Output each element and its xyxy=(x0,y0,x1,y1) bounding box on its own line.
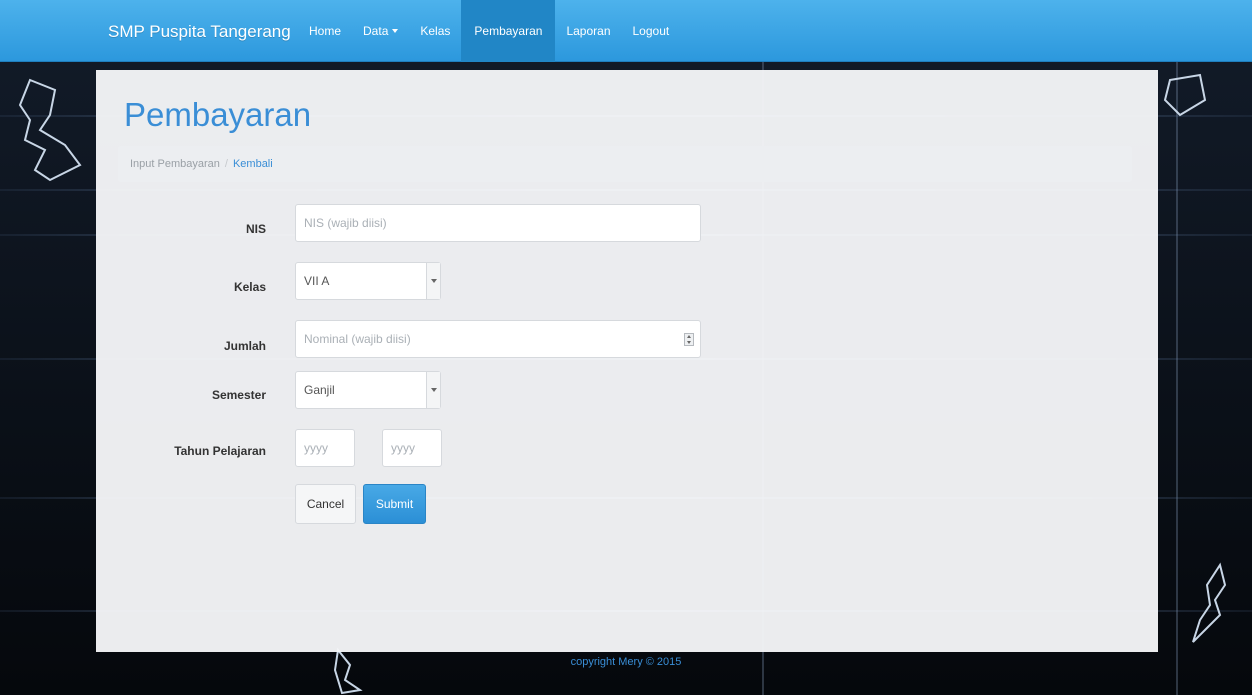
map-outline-south-america xyxy=(333,647,363,695)
nav-menu: Home Data Kelas Pembayaran Laporan Logou… xyxy=(298,0,680,62)
map-outline-alaska xyxy=(18,78,82,182)
tahun-end-input[interactable]: yyyy xyxy=(382,429,442,467)
tahun-start-input[interactable]: yyyy xyxy=(295,429,355,467)
map-outline-asia xyxy=(1163,73,1207,117)
breadcrumb-link-kembali[interactable]: Kembali xyxy=(233,158,273,170)
footer-copyright: copyright Mery © 2015 xyxy=(570,656,682,668)
semester-label: Semester xyxy=(211,388,266,402)
chevron-down-icon xyxy=(426,372,440,408)
breadcrumb-separator: / xyxy=(224,158,228,170)
jumlah-placeholder: Nominal (wajib diisi) xyxy=(304,332,411,346)
kelas-selected-value: VII A xyxy=(304,274,330,288)
number-spinner-icon[interactable] xyxy=(684,333,694,346)
jumlah-label: Jumlah xyxy=(223,339,266,353)
navbar: SMP Puspita Tangerang Home Data Kelas Pe… xyxy=(0,0,1252,62)
kelas-label: Kelas xyxy=(233,280,266,294)
tahun-pelajaran-label: Tahun Pelajaran xyxy=(174,444,266,458)
kelas-select[interactable]: VII A xyxy=(295,262,441,300)
chevron-down-icon xyxy=(426,263,440,299)
nav-item-home[interactable]: Home xyxy=(298,0,352,62)
brand-link[interactable]: SMP Puspita Tangerang xyxy=(108,22,291,42)
tahun-start-placeholder: yyyy xyxy=(304,441,328,455)
nav-item-laporan[interactable]: Laporan xyxy=(555,0,621,62)
nav-item-data[interactable]: Data xyxy=(352,0,409,62)
breadcrumb: Input Pembayaran / Kembali xyxy=(118,146,1132,182)
nis-placeholder: NIS (wajib diisi) xyxy=(304,216,387,230)
page-title: Pembayaran xyxy=(124,96,312,133)
main-panel: Pembayaran Input Pembayaran / Kembali NI… xyxy=(96,70,1158,652)
nav-item-data-label: Data xyxy=(363,24,389,38)
breadcrumb-current: Input Pembayaran xyxy=(130,158,220,170)
nis-input[interactable]: NIS (wajib diisi) xyxy=(295,204,701,242)
semester-selected-value: Ganjil xyxy=(304,383,335,397)
tahun-end-placeholder: yyyy xyxy=(391,441,415,455)
nav-item-logout[interactable]: Logout xyxy=(622,0,681,62)
submit-button[interactable]: Submit xyxy=(363,484,426,524)
nav-item-pembayaran[interactable]: Pembayaran xyxy=(461,0,556,62)
nav-item-kelas[interactable]: Kelas xyxy=(409,0,461,62)
jumlah-input[interactable]: Nominal (wajib diisi) xyxy=(295,320,701,358)
cancel-button[interactable]: Cancel xyxy=(295,484,356,524)
semester-select[interactable]: Ganjil xyxy=(295,371,441,409)
caret-down-icon xyxy=(392,29,399,33)
map-outline-new-zealand xyxy=(1192,562,1227,643)
nis-label: NIS xyxy=(245,222,266,236)
